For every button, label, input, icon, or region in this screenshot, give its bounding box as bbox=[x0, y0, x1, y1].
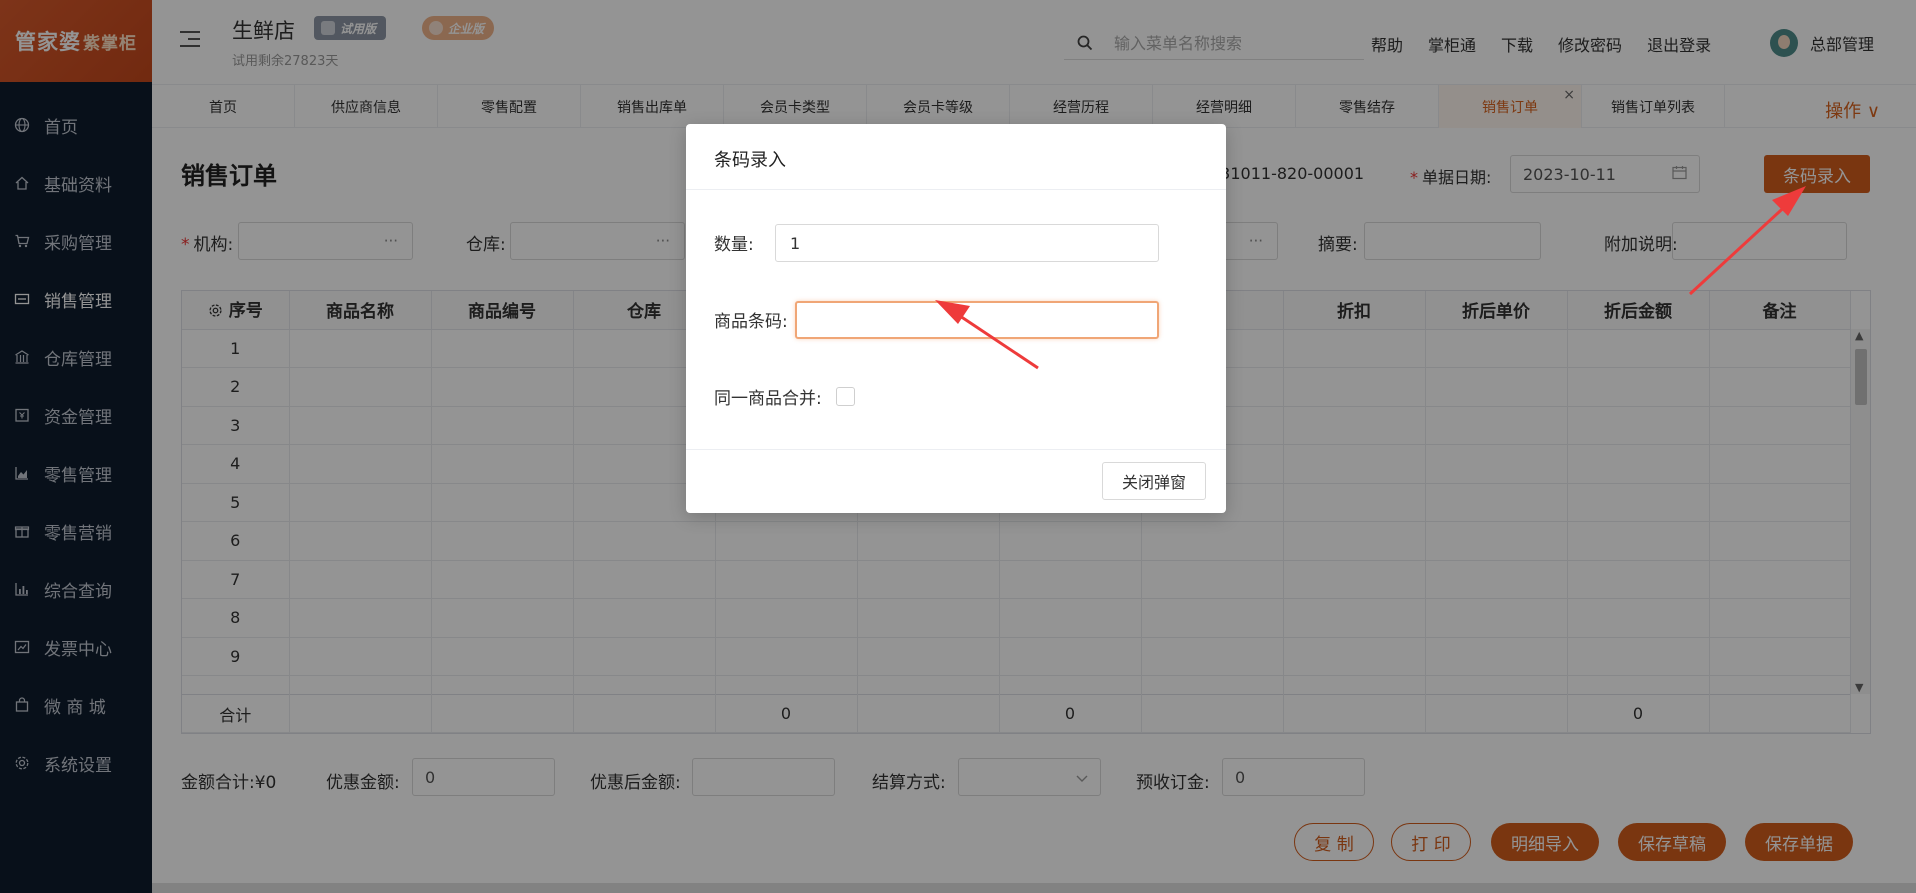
quantity-input[interactable]: 1 bbox=[775, 224, 1159, 262]
merge-same-checkbox[interactable] bbox=[836, 387, 855, 406]
close-dialog-button[interactable]: 关闭弹窗 bbox=[1102, 462, 1206, 500]
barcode-input[interactable] bbox=[795, 301, 1159, 339]
merge-same-label: 同一商品合并: bbox=[714, 389, 822, 409]
barcode-label: 商品条码: bbox=[714, 312, 788, 332]
qty-label: 数量: bbox=[714, 235, 754, 255]
dialog-footer: 关闭弹窗 bbox=[686, 449, 1226, 513]
dialog-title: 条码录入 bbox=[686, 124, 1226, 190]
barcode-entry-dialog: 条码录入 数量: 1 商品条码: 同一商品合并: 关闭弹窗 bbox=[686, 124, 1226, 513]
